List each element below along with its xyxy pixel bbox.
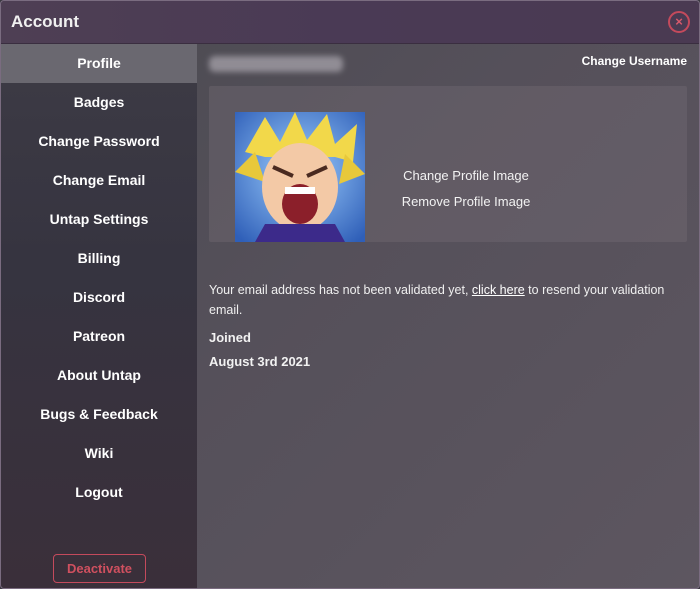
sidebar-item-untap-settings[interactable]: Untap Settings	[1, 200, 197, 239]
account-dialog: Account × Profile Badges Change Password…	[0, 0, 700, 589]
sidebar-item-about-untap[interactable]: About Untap	[1, 356, 197, 395]
sidebar-item-change-email[interactable]: Change Email	[1, 161, 197, 200]
avatar-image	[235, 112, 365, 242]
profile-panel: Change Username Change Profile Image Rem…	[197, 44, 699, 588]
dialog-titlebar: Account ×	[1, 1, 699, 44]
email-validation-notice: Your email address has not been validate…	[209, 280, 679, 320]
profile-image-card: Change Profile Image Remove Profile Imag…	[209, 86, 687, 242]
avatar[interactable]	[235, 112, 365, 242]
sidebar-item-billing[interactable]: Billing	[1, 239, 197, 278]
username-blurred	[209, 56, 343, 72]
resend-validation-link[interactable]: click here	[472, 283, 525, 297]
sidebar: Profile Badges Change Password Change Em…	[1, 44, 197, 588]
joined-label: Joined	[209, 330, 251, 345]
sidebar-item-profile[interactable]: Profile	[1, 44, 197, 83]
sidebar-item-badges[interactable]: Badges	[1, 83, 197, 122]
sidebar-item-wiki[interactable]: Wiki	[1, 434, 197, 473]
change-username-link[interactable]: Change Username	[582, 54, 687, 68]
sidebar-item-bugs-feedback[interactable]: Bugs & Feedback	[1, 395, 197, 434]
change-profile-image-button[interactable]: Change Profile Image	[401, 168, 531, 183]
sidebar-item-patreon[interactable]: Patreon	[1, 317, 197, 356]
dialog-title: Account	[11, 12, 79, 31]
notice-text-before: Your email address has not been validate…	[209, 283, 472, 297]
sidebar-item-discord[interactable]: Discord	[1, 278, 197, 317]
close-icon[interactable]: ×	[668, 11, 690, 33]
joined-date: August 3rd 2021	[209, 354, 311, 369]
remove-profile-image-button[interactable]: Remove Profile Image	[401, 194, 531, 209]
deactivate-button[interactable]: Deactivate	[53, 554, 146, 583]
sidebar-item-logout[interactable]: Logout	[1, 473, 197, 512]
sidebar-item-change-password[interactable]: Change Password	[1, 122, 197, 161]
